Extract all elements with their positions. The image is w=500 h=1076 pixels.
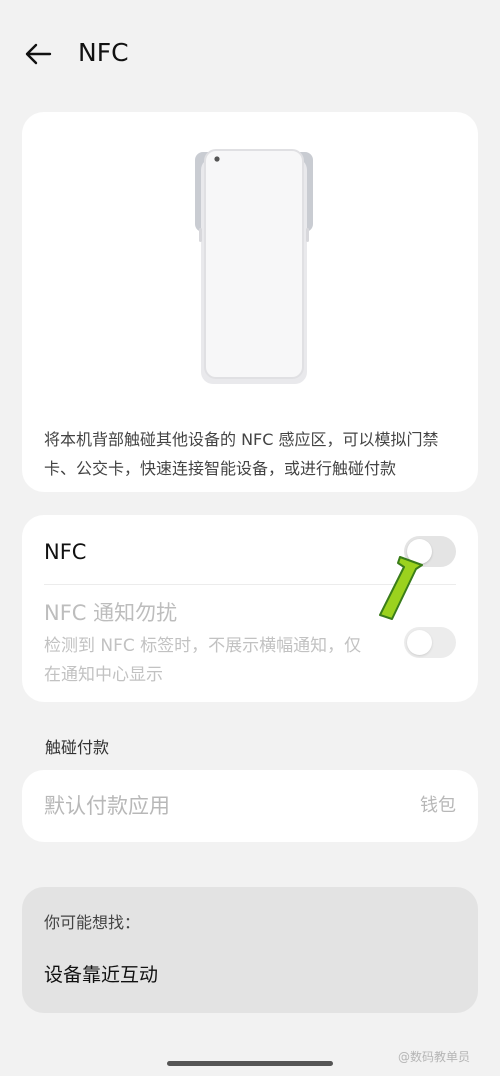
default-payment-app-row[interactable]: 默认付款应用 钱包 bbox=[22, 770, 478, 842]
nfc-dnd-description: 检测到 NFC 标签时，不展示横幅通知，仅在通知中心显示 bbox=[44, 636, 362, 685]
nfc-illustration-card: 将本机背部触碰其他设备的 NFC 感应区，可以模拟门禁卡、公交卡，快速连接智能设… bbox=[22, 112, 478, 492]
default-payment-app-label: 默认付款应用 bbox=[44, 794, 170, 818]
section-label-tap-payment: 触碰付款 bbox=[45, 738, 110, 757]
watermark: @数码教单员 bbox=[398, 1050, 471, 1064]
toggle-knob bbox=[407, 539, 432, 564]
suggestions-card: 你可能想找： 设备靠近互动 bbox=[22, 887, 478, 1013]
suggestion-item-device-proximity[interactable]: 设备靠近互动 bbox=[44, 961, 158, 989]
divider bbox=[44, 584, 456, 585]
phone-nfc-illustration bbox=[195, 149, 313, 384]
nfc-dnd-title: NFC 通知勿扰 bbox=[44, 601, 178, 625]
toggle-knob bbox=[407, 630, 432, 655]
nfc-settings-card: NFC NFC 通知勿扰 检测到 NFC 标签时，不展示横幅通知，仅在通知中心显… bbox=[22, 515, 478, 702]
suggestions-label: 你可能想找： bbox=[44, 913, 141, 932]
page-title: NFC bbox=[78, 38, 129, 67]
default-payment-app-value: 钱包 bbox=[420, 795, 456, 816]
back-button[interactable] bbox=[18, 34, 58, 74]
app-header: NFC bbox=[0, 0, 500, 105]
home-indicator[interactable] bbox=[167, 1061, 333, 1066]
back-arrow-icon bbox=[25, 43, 52, 65]
nfc-toggle[interactable] bbox=[404, 536, 456, 567]
nfc-label: NFC bbox=[44, 540, 87, 564]
nfc-dnd-toggle[interactable] bbox=[404, 627, 456, 658]
nfc-description: 将本机背部触碰其他设备的 NFC 感应区，可以模拟门禁卡、公交卡，快速连接智能设… bbox=[44, 430, 439, 478]
